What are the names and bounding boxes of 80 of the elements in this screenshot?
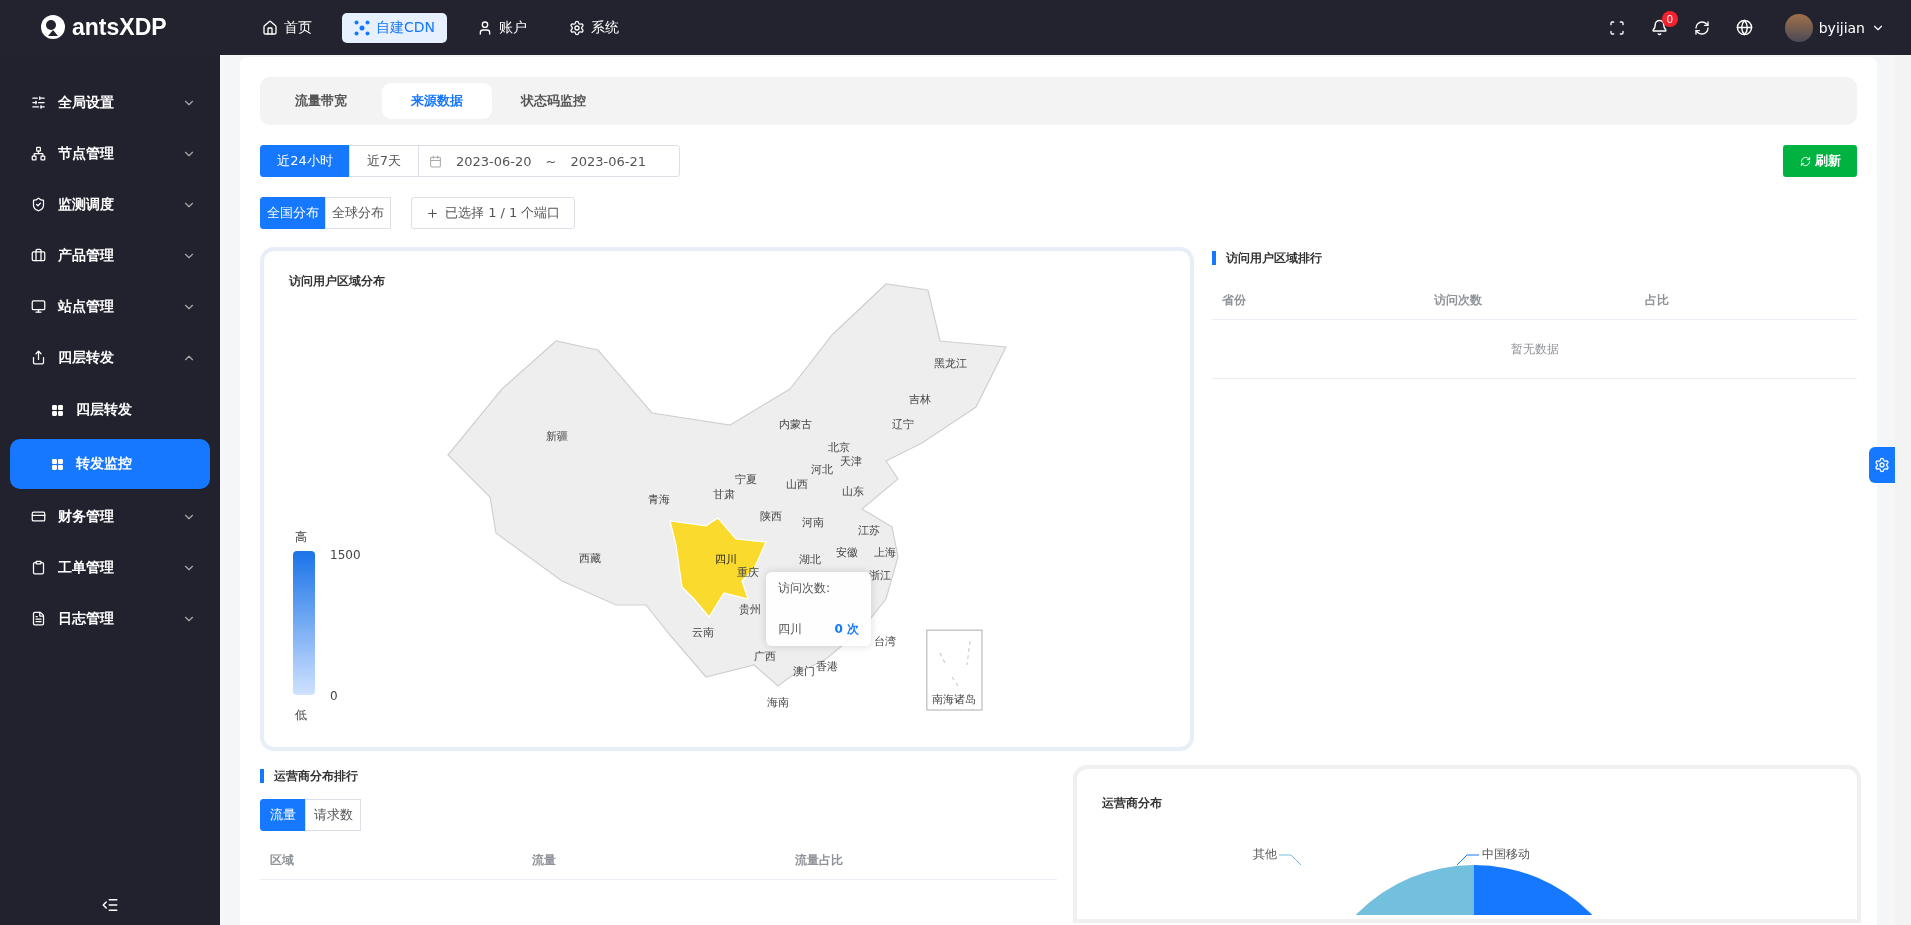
province-label: 云南 [692, 624, 714, 639]
province-label: 青海 [648, 492, 671, 506]
port-select-button[interactable]: 已选择 1 / 1 个端口 [411, 197, 576, 229]
province-label: 重庆 [737, 565, 759, 580]
user-menu[interactable]: byijian [1778, 12, 1891, 43]
sidebar-item[interactable]: 产品管理 [0, 230, 220, 281]
date-range-field[interactable]: 2023-06-20 ~ 2023-06-21 [418, 145, 680, 177]
province-label: 山东 [842, 484, 864, 499]
tooltip-value: 0 次 [834, 621, 859, 638]
scope-button[interactable]: 全国分布 [260, 197, 326, 229]
province-label: 澳门 [792, 664, 815, 679]
legend-label: 高 [295, 529, 307, 546]
sidebar-item[interactable]: 监测调度 [0, 179, 220, 230]
province-label: 江苏 [858, 523, 881, 538]
nav-tab[interactable]: 自建CDN [342, 12, 448, 43]
province-label: 吉林 [909, 391, 932, 406]
province-label: 辽宁 [891, 417, 914, 431]
province-label: 内蒙古 [778, 417, 812, 431]
time-range-button[interactable]: 近24小时 [260, 145, 350, 177]
province-label: 山西 [786, 477, 809, 491]
section-title: 运营商分布排行 [260, 769, 1057, 783]
column-header: 省份 [1222, 291, 1247, 309]
column-header: 流量 [532, 851, 558, 869]
province-label: 河北 [810, 462, 833, 476]
province-label: 四川 [714, 552, 737, 566]
notification-badge: 0 [1661, 11, 1678, 27]
sidebar-subitem[interactable]: 转发监控 [10, 439, 210, 489]
province-label: 贵州 [738, 602, 761, 617]
province-label: 天津 [839, 454, 862, 469]
column-header: 流量占比 [794, 851, 844, 869]
empty-message: 暂无数据 [1510, 340, 1559, 358]
pie-label: 其他 [1253, 846, 1277, 863]
province-label: 北京 [828, 439, 851, 454]
province-label: 宁夏 [735, 472, 758, 487]
scope-button[interactable]: 全球分布 [325, 197, 391, 229]
tab[interactable]: 流量带宽 [266, 83, 376, 119]
sidebar-subitem[interactable]: 四层转发 [10, 385, 210, 435]
nav-tab[interactable]: 账户 [465, 12, 540, 43]
tab[interactable]: 状态码监控 [498, 83, 608, 119]
sidebar-item[interactable]: 全局设置 [0, 77, 220, 128]
column-header: 区域 [270, 851, 295, 869]
sidebar-item[interactable]: 四层转发 [0, 332, 220, 383]
province-label: 上海 [874, 544, 897, 559]
legend-value: 0 [330, 689, 338, 703]
section-title: 访问用户区域排行 [1212, 251, 1857, 265]
card-title: 访问用户区域分布 [289, 273, 385, 290]
province-label: 河南 [802, 514, 825, 529]
legend-label: 低 [295, 707, 307, 724]
sidebar-item[interactable]: 工单管理 [0, 542, 220, 593]
province-label: 西藏 [578, 550, 601, 565]
tooltip-title: 访问次数: [778, 580, 832, 597]
province-label: 香港 [815, 658, 838, 673]
time-range-button[interactable]: 近7天 [349, 145, 419, 177]
metric-button[interactable]: 请求数 [305, 799, 361, 831]
sidebar-item[interactable]: 站点管理 [0, 281, 220, 332]
province-label: 黑龙江 [934, 356, 968, 371]
province-label: 甘肃 [713, 487, 735, 502]
nav-tab[interactable]: 系统 [557, 12, 632, 43]
pie-label: 中国移动 [1482, 846, 1530, 863]
province-label: 新疆 [546, 429, 569, 443]
sidebar-item[interactable]: 财务管理 [0, 491, 220, 542]
card-title: 运营商分布 [1102, 795, 1162, 812]
tab[interactable]: 来源数据 [382, 83, 492, 119]
province-label: 台湾 [874, 633, 897, 648]
province-label: 南海诸岛 [931, 691, 976, 706]
metric-button[interactable]: 流量 [260, 799, 306, 831]
sidebar-item[interactable]: 节点管理 [0, 128, 220, 179]
column-header: 占比 [1645, 291, 1671, 309]
province-label: 广西 [753, 648, 776, 663]
column-header: 访问次数 [1433, 291, 1483, 309]
legend-value: 1500 [330, 548, 361, 562]
province-label: 海南 [767, 694, 789, 709]
sidebar-item[interactable]: 日志管理 [0, 593, 220, 644]
tooltip-region: 四川 [778, 621, 802, 638]
province-label: 湖北 [799, 552, 822, 566]
nav-tab[interactable]: 首页 [250, 12, 324, 43]
province-label: 陕西 [759, 508, 782, 523]
logo-text: antsXDP [72, 14, 167, 41]
province-label: 安徽 [836, 545, 858, 560]
province-label: 浙江 [869, 568, 891, 583]
